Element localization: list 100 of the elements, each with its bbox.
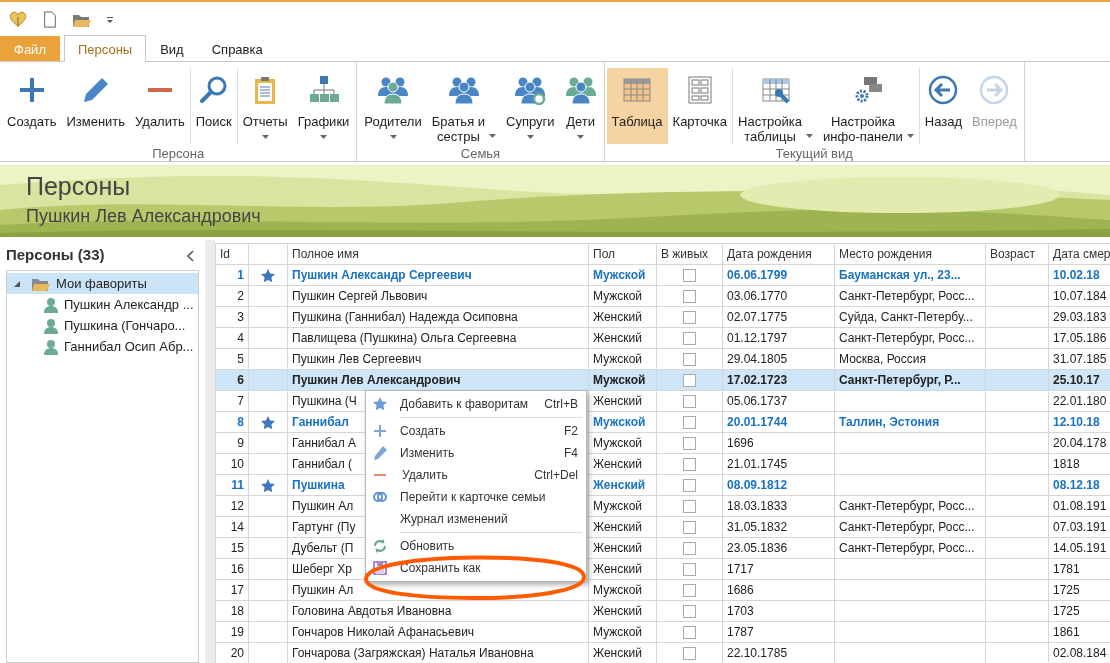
column-header: Место рождения	[834, 243, 986, 265]
column-header: Id	[215, 243, 249, 265]
ribbon-button[interactable]: Графики	[292, 68, 355, 144]
tree-item[interactable]: Мои фавориты	[7, 273, 198, 294]
ribbon-button[interactable]: Дети	[559, 68, 602, 144]
banner-title: Персоны	[25, 171, 131, 200]
table-cell: Женский	[588, 474, 657, 496]
ribbon-button[interactable]: Таблица	[606, 68, 668, 144]
ribbon-button[interactable]: Карточка	[667, 68, 733, 144]
table-cell: Мужской	[588, 495, 657, 517]
ribbon-button[interactable]: Отчеты	[237, 68, 293, 144]
table-cell: Санкт-Петербург, Росс...	[834, 285, 986, 307]
ribbon-button[interactable]: Назад	[919, 68, 968, 144]
table-cell: Санкт-Петербург, Росс...	[834, 495, 986, 517]
ribbon-button[interactable]: Братья и сестры	[426, 68, 502, 144]
tree-item[interactable]: Пушкин Александр ...	[7, 294, 198, 315]
menu-item[interactable]: Обновить	[366, 535, 586, 557]
column-header: Дата смер	[1048, 243, 1110, 265]
table-cell: 1686	[722, 579, 835, 601]
table-cell: 6	[215, 369, 249, 391]
checkbox[interactable]	[683, 437, 696, 451]
checkbox[interactable]	[683, 374, 696, 388]
table-cell: 1703	[722, 600, 835, 622]
plus-icon	[372, 423, 388, 439]
ribbon-button[interactable]: Удалить	[130, 68, 190, 144]
checkbox[interactable]	[683, 584, 696, 598]
table-cell: Мужской	[588, 411, 657, 433]
checkbox[interactable]	[683, 605, 696, 619]
group-label: Текущий вид	[774, 146, 854, 162]
checkbox[interactable]	[683, 269, 696, 283]
table-cell: 08.09.1812	[722, 474, 835, 496]
table-cell: 14	[215, 516, 249, 538]
ribbon-button[interactable]: Настройка таблицы	[733, 68, 819, 144]
table-cell: Мужской	[588, 579, 657, 601]
checkbox[interactable]	[683, 458, 696, 472]
table-cell: Мужской	[588, 432, 657, 454]
table-cell: 01.12.1797	[722, 327, 835, 349]
checkbox[interactable]	[683, 416, 696, 430]
rings-icon	[372, 489, 388, 505]
checkbox[interactable]	[683, 626, 696, 640]
table-cell: Гончаров Николай Афанасьевич	[287, 621, 589, 643]
table-cell: Таллин, Эстония	[834, 411, 986, 433]
ribbon-button[interactable]: Настройка инфо-панели	[818, 68, 919, 144]
table-cell: Пушкина (Ганнибал) Надежда Осиповна	[287, 306, 589, 328]
tree-item[interactable]: Пушкина (Гончаро...	[7, 315, 198, 336]
checkbox[interactable]	[683, 395, 696, 409]
table-cell: 05.06.1737	[722, 390, 835, 412]
table-cell: 11	[215, 474, 249, 496]
table-cell: Суйда, Санкт-Петербу...	[834, 306, 986, 328]
ribbon-button[interactable]: Супруги	[501, 68, 560, 144]
checkbox[interactable]	[683, 311, 696, 325]
checkbox[interactable]	[683, 542, 696, 556]
caret-icon	[489, 134, 497, 138]
checkbox[interactable]	[683, 521, 696, 535]
table-cell: Санкт-Петербург, Росс...	[834, 537, 986, 559]
table-cell: 29.04.1805	[722, 348, 835, 370]
table-cell: 03.06.1770	[722, 285, 835, 307]
ribbon-tab[interactable]: Вид	[146, 36, 198, 61]
table-cell: 02.07.1775	[722, 306, 835, 328]
table-cell: Мужской	[588, 348, 657, 370]
table-cell: 20.01.1744	[722, 411, 835, 433]
table-cell: Женский	[588, 327, 657, 349]
caret-icon	[526, 135, 534, 139]
ribbon-button[interactable]: Изменить	[61, 68, 131, 144]
table-cell: Мужской	[588, 264, 657, 286]
table-cell: Пушкин Сергей Львович	[287, 285, 589, 307]
checkbox[interactable]	[683, 353, 696, 367]
table-cell: Мужской	[588, 621, 657, 643]
checkbox[interactable]	[683, 479, 696, 493]
table-cell: 20	[215, 642, 249, 663]
table-cell: 7	[215, 390, 249, 412]
table-cell: Пушкин Лев Александрович	[287, 369, 589, 391]
person-icon	[43, 317, 59, 334]
pencil-icon	[372, 445, 388, 461]
table-cell: 2	[215, 285, 249, 307]
checkbox[interactable]	[683, 290, 696, 304]
table-cell: 18.03.1833	[722, 495, 835, 517]
tree-item[interactable]: Ганнибал Осип Абр...	[7, 336, 198, 357]
checkbox[interactable]	[683, 332, 696, 346]
column-header: В живых	[656, 243, 723, 265]
minus-icon	[147, 88, 172, 92]
table-cell: Головина Авдотья Ивановна	[287, 600, 589, 622]
ribbon-button[interactable]: Родители	[359, 68, 427, 144]
checkbox[interactable]	[683, 500, 696, 514]
banner-subtitle: Пушкин Лев Александрович	[25, 204, 261, 227]
table-cell: Бауманская ул., 23...	[834, 264, 986, 286]
checkbox[interactable]	[683, 647, 696, 661]
ribbon-button[interactable]: Поиск	[190, 68, 237, 144]
minus-icon	[374, 474, 386, 476]
ribbon-tab[interactable]: Справка	[197, 36, 277, 61]
collapse-icon[interactable]	[186, 247, 195, 263]
table-cell: 19	[215, 621, 249, 643]
ribbon-button[interactable]: Создать	[2, 68, 62, 144]
checkbox[interactable]	[683, 563, 696, 577]
table-cell: Женский	[588, 453, 657, 475]
shortcut-text: Ctrl+B	[544, 396, 578, 413]
person-icon	[43, 338, 59, 355]
column-header: Дата рождения	[722, 243, 835, 265]
ribbon-tab[interactable]: Персоны	[63, 35, 147, 62]
table-cell: 1	[215, 264, 249, 286]
